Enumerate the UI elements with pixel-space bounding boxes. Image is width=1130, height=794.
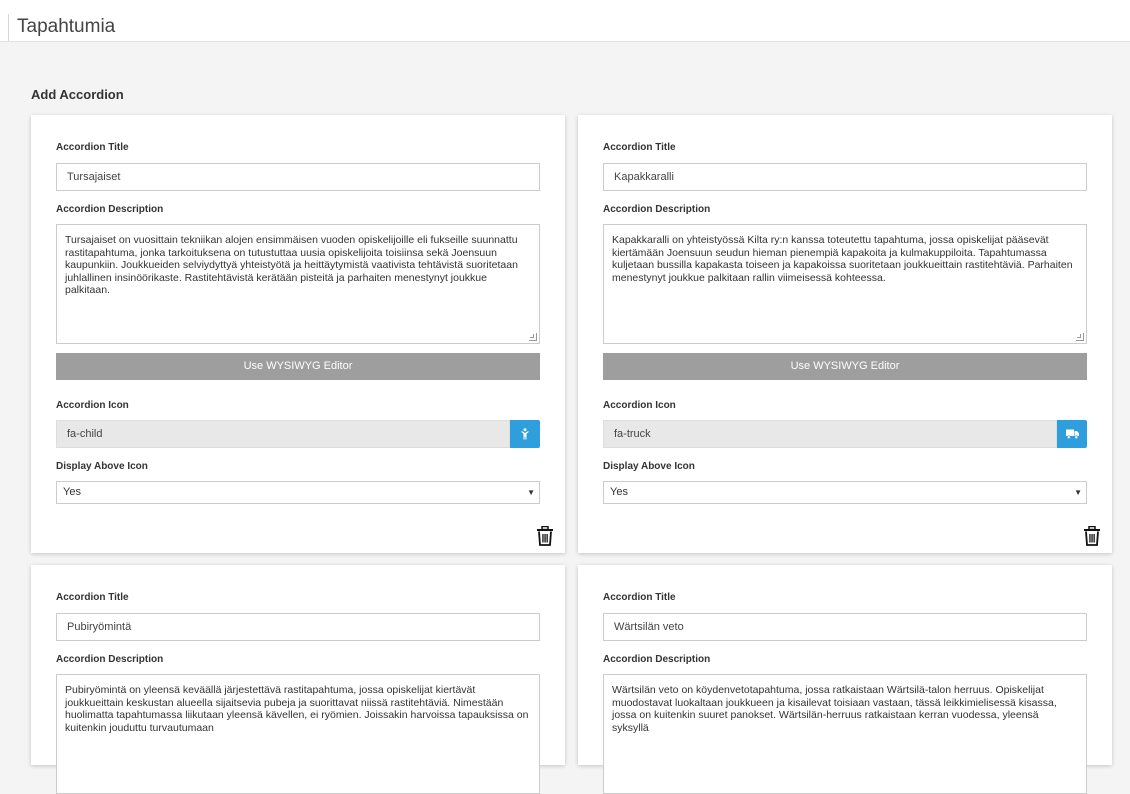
accordion-title-input[interactable]: Tursajaiset bbox=[56, 163, 540, 191]
accordion-description-text: Kapakkaralli on yhteistyössä Kilta ry:n … bbox=[612, 234, 1073, 284]
accordion-description-textarea[interactable]: Wärtsilän veto on köydenvetotapahtuma, j… bbox=[603, 674, 1087, 794]
accordion-description-label: Accordion Description bbox=[603, 204, 711, 215]
top-bar: Tapahtumia bbox=[0, 0, 1130, 42]
accordion-description-label: Accordion Description bbox=[56, 654, 164, 665]
display-above-icon-select[interactable]: Yes ▼ bbox=[603, 481, 1087, 504]
accordion-description-text: Tursajaiset on vuosittain tekniikan aloj… bbox=[65, 234, 518, 296]
caret-down-icon: ▼ bbox=[527, 488, 535, 497]
accordion-card: Accordion Title Kapakkaralli Accordion D… bbox=[578, 115, 1112, 553]
wysiwyg-editor-button[interactable]: Use WYSIWYG Editor bbox=[603, 353, 1087, 380]
accordion-title-input[interactable]: Wärtsilän veto bbox=[603, 613, 1087, 641]
trash-icon[interactable] bbox=[1083, 526, 1101, 546]
accordion-description-textarea[interactable]: Tursajaiset on vuosittain tekniikan aloj… bbox=[56, 224, 540, 344]
accordion-icon-input[interactable]: fa-truck bbox=[603, 420, 1057, 448]
page-title: Tapahtumia bbox=[17, 16, 116, 37]
accordion-title-label: Accordion Title bbox=[56, 592, 129, 603]
icon-picker-button[interactable] bbox=[1057, 420, 1087, 448]
accordion-icon-label: Accordion Icon bbox=[603, 400, 676, 411]
accordion-title-label: Accordion Title bbox=[56, 142, 129, 153]
accordion-description-text: Pubiryömintä on yleensä keväällä järjest… bbox=[65, 684, 529, 734]
accordion-title-label: Accordion Title bbox=[603, 142, 676, 153]
display-above-icon-value: Yes bbox=[63, 486, 81, 498]
accordion-description-textarea[interactable]: Pubiryömintä on yleensä keväällä järjest… bbox=[56, 674, 540, 794]
accordion-card: Accordion Title Pubiryömintä Accordion D… bbox=[31, 565, 565, 794]
section-title: Add Accordion bbox=[31, 87, 124, 102]
accordion-icon-label: Accordion Icon bbox=[56, 400, 129, 411]
trash-icon[interactable] bbox=[536, 526, 554, 546]
resize-handle-icon[interactable] bbox=[529, 333, 537, 341]
accordion-description-text: Wärtsilän veto on köydenvetotapahtuma, j… bbox=[612, 684, 1057, 734]
accordion-title-input[interactable]: Pubiryömintä bbox=[56, 613, 540, 641]
accordion-description-label: Accordion Description bbox=[56, 204, 164, 215]
accordion-description-textarea[interactable]: Kapakkaralli on yhteistyössä Kilta ry:n … bbox=[603, 224, 1087, 344]
display-above-icon-select[interactable]: Yes ▼ bbox=[56, 481, 540, 504]
accordion-title-input[interactable]: Kapakkaralli bbox=[603, 163, 1087, 191]
resize-handle-icon[interactable] bbox=[1076, 333, 1084, 341]
accordion-card: Accordion Title Wärtsilän veto Accordion… bbox=[578, 565, 1112, 794]
child-icon bbox=[521, 428, 529, 440]
display-above-icon-label: Display Above Icon bbox=[603, 461, 695, 472]
truck-icon bbox=[1065, 429, 1079, 439]
caret-down-icon: ▼ bbox=[1074, 488, 1082, 497]
accordion-card: Accordion Title Tursajaiset Accordion De… bbox=[31, 115, 565, 553]
accordion-description-label: Accordion Description bbox=[603, 654, 711, 665]
wysiwyg-editor-button[interactable]: Use WYSIWYG Editor bbox=[56, 353, 540, 380]
display-above-icon-value: Yes bbox=[610, 486, 628, 498]
title-divider bbox=[8, 14, 9, 41]
display-above-icon-label: Display Above Icon bbox=[56, 461, 148, 472]
accordion-icon-input[interactable]: fa-child bbox=[56, 420, 510, 448]
icon-picker-button[interactable] bbox=[510, 420, 540, 448]
accordion-title-label: Accordion Title bbox=[603, 592, 676, 603]
